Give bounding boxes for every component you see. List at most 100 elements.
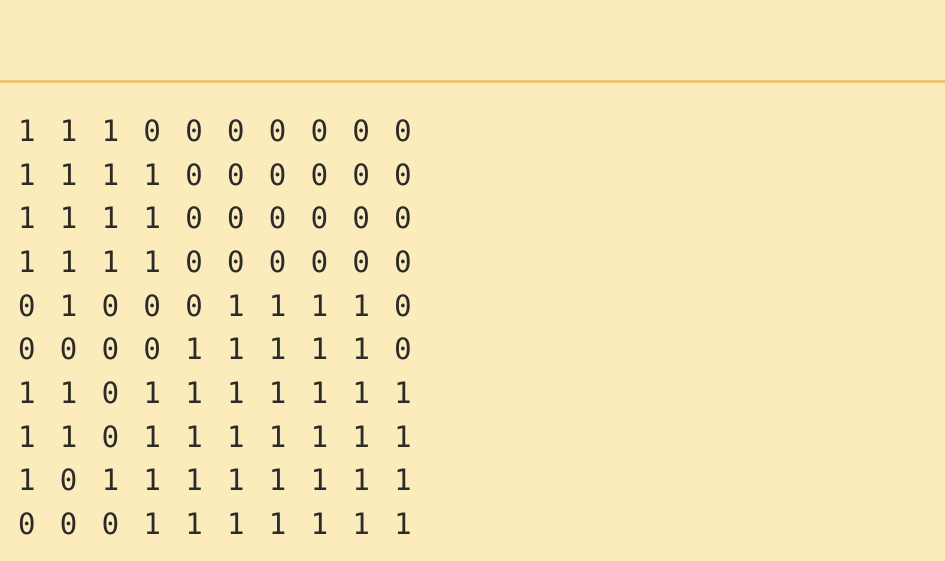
matrix-cell: 1 <box>352 375 370 410</box>
matrix-cell: 0 <box>310 113 329 148</box>
matrix-cell: 0 <box>18 507 36 542</box>
matrix-cell: 1 <box>310 419 329 454</box>
matrix-cell: 1 <box>143 201 161 236</box>
matrix-cell: 0 <box>394 201 412 236</box>
matrix-cell: 0 <box>310 201 329 236</box>
matrix-cell: 0 <box>101 419 120 454</box>
matrix-cell: 1 <box>310 375 329 410</box>
matrix-cell: 1 <box>143 463 161 498</box>
matrix-cell: 1 <box>18 113 36 148</box>
matrix-cell: 1 <box>310 507 329 542</box>
matrix-row: 1 1 1 1 0 0 0 0 0 0 <box>18 240 436 284</box>
matrix-cell: 0 <box>226 113 245 148</box>
matrix-cell: 1 <box>59 244 78 279</box>
matrix-cell: 0 <box>59 463 78 498</box>
matrix-cell: 0 <box>59 332 78 367</box>
matrix-cell: 1 <box>59 201 78 236</box>
matrix-cell: 1 <box>185 463 203 498</box>
matrix-cell: 0 <box>185 157 203 192</box>
matrix-cell: 1 <box>143 419 161 454</box>
matrix-cell: 0 <box>101 288 120 323</box>
matrix-cell: 1 <box>185 332 203 367</box>
matrix-row: 0 1 0 0 0 1 1 1 1 0 <box>18 284 436 328</box>
matrix-cell: 1 <box>352 419 370 454</box>
matrix-cell: 1 <box>226 332 245 367</box>
matrix-cell: 1 <box>101 157 120 192</box>
matrix-cell: 1 <box>18 157 36 192</box>
matrix-cell: 1 <box>143 375 161 410</box>
matrix-cell: 1 <box>226 288 245 323</box>
binary-matrix: 1 1 1 0 0 0 0 0 0 0 1 1 1 1 0 0 0 0 0 0 … <box>18 109 436 546</box>
matrix-cell: 1 <box>394 419 412 454</box>
matrix-row: 0 0 0 1 1 1 1 1 1 1 <box>18 502 436 546</box>
matrix-cell: 1 <box>185 419 203 454</box>
matrix-cell: 0 <box>185 288 203 323</box>
matrix-cell: 0 <box>143 332 161 367</box>
matrix-row: 1 0 1 1 1 1 1 1 1 1 <box>18 459 436 503</box>
matrix-cell: 1 <box>310 463 329 498</box>
matrix-cell: 1 <box>352 463 370 498</box>
matrix-cell: 1 <box>59 375 78 410</box>
matrix-cell: 1 <box>268 419 287 454</box>
matrix-cell: 1 <box>143 507 161 542</box>
matrix-cell: 0 <box>352 201 370 236</box>
matrix-cell: 1 <box>59 419 78 454</box>
matrix-cell: 0 <box>394 244 412 279</box>
matrix-cell: 0 <box>268 113 287 148</box>
matrix-cell: 0 <box>310 244 329 279</box>
matrix-cell: 0 <box>143 113 161 148</box>
output-pane: 1 1 1 0 0 0 0 0 0 0 1 1 1 1 0 0 0 0 0 0 … <box>0 83 945 561</box>
matrix-row: 1 1 1 1 0 0 0 0 0 0 <box>18 196 436 240</box>
matrix-cell: 1 <box>101 113 120 148</box>
matrix-cell: 1 <box>352 288 370 323</box>
matrix-cell: 1 <box>143 244 161 279</box>
matrix-cell: 1 <box>268 375 287 410</box>
matrix-cell: 1 <box>352 507 370 542</box>
matrix-cell: 0 <box>101 375 120 410</box>
matrix-cell: 1 <box>18 419 36 454</box>
matrix-cell: 0 <box>185 244 203 279</box>
matrix-cell: 0 <box>394 288 412 323</box>
matrix-cell: 1 <box>394 375 412 410</box>
matrix-row: 1 1 1 1 0 0 0 0 0 0 <box>18 153 436 197</box>
matrix-cell: 1 <box>310 288 329 323</box>
matrix-cell: 1 <box>185 507 203 542</box>
matrix-cell: 1 <box>268 332 287 367</box>
matrix-cell: 0 <box>268 244 287 279</box>
matrix-cell: 0 <box>394 157 412 192</box>
matrix-cell: 1 <box>59 288 78 323</box>
matrix-cell: 1 <box>352 332 370 367</box>
matrix-cell: 1 <box>268 288 287 323</box>
matrix-cell: 0 <box>226 244 245 279</box>
matrix-cell: 1 <box>310 332 329 367</box>
matrix-cell: 0 <box>185 113 203 148</box>
matrix-cell: 1 <box>18 375 36 410</box>
matrix-cell: 0 <box>268 157 287 192</box>
matrix-cell: 1 <box>268 507 287 542</box>
matrix-cell: 0 <box>268 201 287 236</box>
matrix-cell: 0 <box>226 201 245 236</box>
matrix-row: 1 1 0 1 1 1 1 1 1 1 <box>18 415 436 459</box>
matrix-cell: 1 <box>59 113 78 148</box>
matrix-cell: 0 <box>352 157 370 192</box>
matrix-cell: 1 <box>101 201 120 236</box>
matrix-cell: 1 <box>18 463 36 498</box>
matrix-cell: 1 <box>101 244 120 279</box>
matrix-cell: 0 <box>310 157 329 192</box>
matrix-cell: 1 <box>143 157 161 192</box>
matrix-cell: 0 <box>143 288 161 323</box>
matrix-cell: 0 <box>101 507 120 542</box>
matrix-cell: 0 <box>18 332 36 367</box>
matrix-cell: 0 <box>394 332 412 367</box>
matrix-cell: 1 <box>268 463 287 498</box>
matrix-cell: 0 <box>18 288 36 323</box>
matrix-cell: 0 <box>185 201 203 236</box>
matrix-row: 0 0 0 0 1 1 1 1 1 0 <box>18 327 436 371</box>
matrix-cell: 1 <box>18 244 36 279</box>
top-panel <box>0 0 945 80</box>
matrix-cell: 1 <box>18 201 36 236</box>
matrix-cell: 1 <box>226 463 245 498</box>
matrix-cell: 1 <box>226 375 245 410</box>
matrix-row: 1 1 0 1 1 1 1 1 1 1 <box>18 371 436 415</box>
matrix-cell: 1 <box>101 463 120 498</box>
